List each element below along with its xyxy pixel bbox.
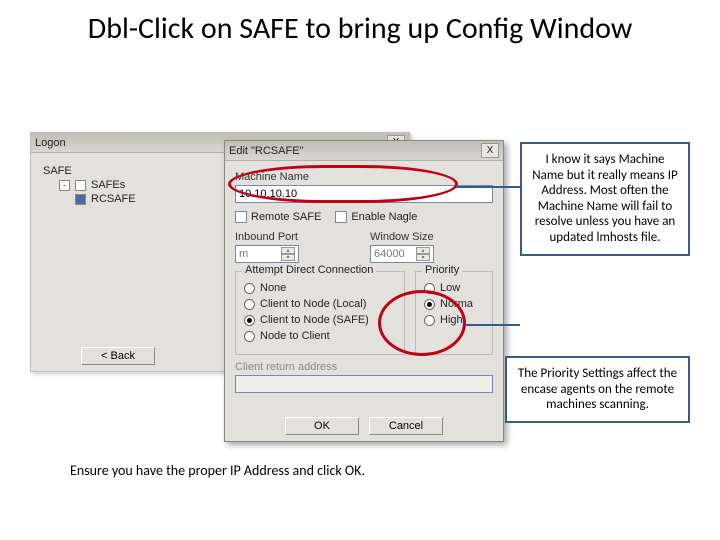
slide-title: Dbl-Click on SAFE to bring up Config Win… [0, 0, 720, 47]
radio-icon [424, 315, 435, 326]
edit-titlebar: Edit "RCSAFE" X [225, 141, 503, 161]
connector-line [466, 324, 520, 326]
attempt-option[interactable]: None [244, 282, 396, 294]
tree-collapse-icon[interactable]: - [59, 180, 70, 191]
priority-option[interactable]: Norma [424, 298, 484, 310]
client-return-input[interactable] [235, 375, 493, 393]
attempt-option[interactable]: Client to Node (SAFE) [244, 314, 396, 326]
callout-machine-name: I know it says Machine Name but it reall… [520, 142, 690, 256]
radio-icon [424, 283, 435, 294]
radio-icon [424, 299, 435, 310]
radio-label: Low [440, 282, 460, 294]
tree-label: SAFE [43, 165, 72, 177]
machine-name-label: Machine Name [235, 171, 493, 183]
tree-checkbox[interactable] [75, 194, 86, 205]
spinner-icon[interactable]: ▴▾ [281, 247, 295, 261]
radio-icon [244, 299, 255, 310]
radio-label: Norma [440, 298, 473, 310]
close-icon[interactable]: X [481, 143, 499, 158]
client-return-label: Client return address [235, 361, 493, 373]
priority-group: Priority LowNormaHigh [415, 271, 493, 355]
priority-option[interactable]: Low [424, 282, 484, 294]
window-size-label: Window Size [370, 231, 493, 243]
connector-line [456, 186, 520, 188]
checkbox-label: Enable Nagle [351, 211, 417, 223]
inbound-port-label: Inbound Port [235, 231, 358, 243]
attempt-option[interactable]: Node to Client [244, 330, 396, 342]
tree-label: RCSAFE [91, 193, 136, 205]
cancel-button[interactable]: Cancel [369, 417, 443, 435]
radio-label: Client to Node (Local) [260, 298, 366, 310]
radio-label: High [440, 314, 463, 326]
input-value: 64000 [374, 248, 405, 260]
radio-label: None [260, 282, 286, 294]
radio-icon [244, 315, 255, 326]
checkbox-icon [235, 211, 247, 223]
group-legend: Attempt Direct Connection [242, 264, 376, 276]
callout-priority: The Priority Settings affect the encase … [505, 356, 690, 423]
radio-icon [244, 283, 255, 294]
attempt-option[interactable]: Client to Node (Local) [244, 298, 396, 310]
ok-button[interactable]: OK [285, 417, 359, 435]
screenshot-canvas: Logon X SAFE - SAFEs RCSAFE < Back Edit … [0, 110, 720, 540]
input-value: m [239, 248, 248, 260]
checkbox-icon [335, 211, 347, 223]
tree-checkbox[interactable] [75, 180, 86, 191]
window-size-input[interactable]: 64000 ▴▾ [370, 245, 434, 263]
spinner-icon[interactable]: ▴▾ [416, 247, 430, 261]
back-button[interactable]: < Back [81, 347, 155, 365]
remote-safe-checkbox[interactable]: Remote SAFE [235, 211, 321, 223]
machine-name-input[interactable] [235, 185, 493, 203]
inbound-port-input[interactable]: m ▴▾ [235, 245, 299, 263]
group-legend: Priority [422, 264, 462, 276]
radio-label: Node to Client [260, 330, 330, 342]
tree-label: SAFEs [91, 179, 125, 191]
bottom-caption: Ensure you have the proper IP Address an… [70, 462, 365, 479]
enable-nagle-checkbox[interactable]: Enable Nagle [335, 211, 417, 223]
edit-title: Edit "RCSAFE" [229, 145, 481, 157]
radio-label: Client to Node (SAFE) [260, 314, 369, 326]
checkbox-label: Remote SAFE [251, 211, 321, 223]
attempt-connection-group: Attempt Direct Connection NoneClient to … [235, 271, 405, 355]
radio-icon [244, 331, 255, 342]
